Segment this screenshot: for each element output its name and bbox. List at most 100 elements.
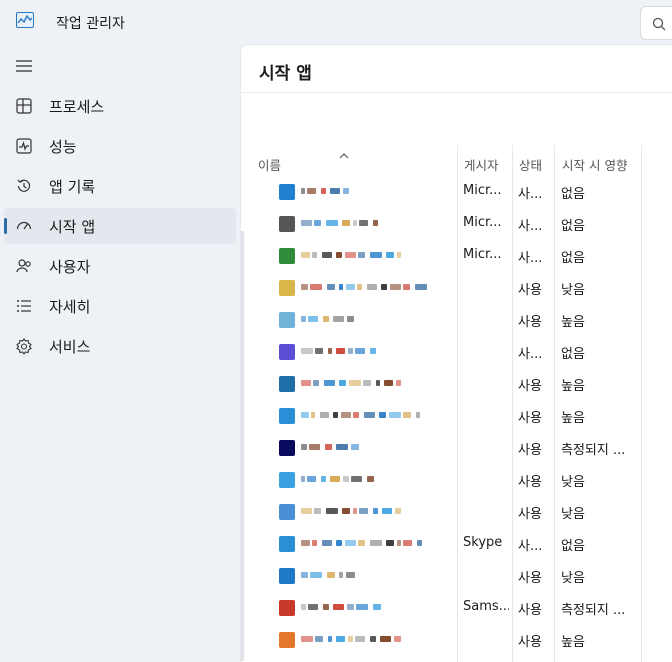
column-header-status[interactable]: 상태 — [519, 155, 542, 174]
app-icon — [279, 536, 295, 552]
startup-impact-cell: 낮음 — [561, 475, 585, 490]
app-icon — [279, 312, 295, 328]
app-name-redacted — [301, 185, 451, 199]
sidebar-item-performance[interactable]: 성능 — [4, 128, 236, 164]
search-box[interactable] — [640, 6, 672, 40]
publisher-cell: Sams... — [463, 599, 509, 614]
startup-apps-panel: 시작 앱 이름 게시자 상태 시작 시 영향 Micr... 사... 없음 Micr… — [240, 44, 672, 662]
status-cell: 사... — [518, 187, 543, 202]
status-cell: 사용 — [518, 411, 542, 426]
startup-impact-cell: 높음 — [561, 411, 585, 426]
startup-impact-cell: 높음 — [561, 315, 585, 330]
table-row[interactable]: 사용 높음 — [241, 304, 672, 336]
app-icon — [279, 248, 295, 264]
table-row[interactable]: Skype 사... 없음 — [241, 528, 672, 560]
startup-impact-cell: 높음 — [561, 635, 585, 650]
app-title: 작업 관리자 — [56, 16, 125, 32]
menu-toggle-button[interactable] — [10, 54, 40, 80]
sidebar-item-app-history[interactable]: 앱 기록 — [4, 168, 236, 204]
task-manager-icon — [16, 12, 34, 28]
title-bar: 작업 관리자 — [0, 0, 672, 44]
app-icon — [279, 632, 295, 648]
sidebar-item-users[interactable]: 사용자 — [4, 248, 236, 284]
status-cell: 사용 — [518, 475, 542, 490]
page-title: 시작 앱 — [259, 64, 312, 84]
startup-impact-cell: 없음 — [561, 187, 585, 202]
column-header-name[interactable]: 이름 — [258, 155, 281, 174]
status-cell: 사... — [518, 251, 543, 266]
sidebar-item-details[interactable]: 자세히 — [4, 288, 236, 324]
app-name-redacted — [301, 345, 451, 359]
app-icon — [279, 504, 295, 520]
status-cell: 사용 — [518, 635, 542, 650]
sidebar-item-startup-apps[interactable]: 시작 앱 — [4, 208, 236, 244]
app-name-redacted — [301, 249, 451, 263]
app-icon — [279, 184, 295, 200]
table-row[interactable]: 사용 높음 — [241, 400, 672, 432]
app-icon — [279, 472, 295, 488]
status-cell: 사용 — [518, 571, 542, 586]
startup-impact-cell: 낮음 — [561, 507, 585, 522]
table-row[interactable]: Micr... 사... 없음 — [241, 176, 672, 208]
sidebar-item-processes[interactable]: 프로세스 — [4, 88, 236, 124]
app-history-icon — [15, 177, 33, 195]
status-cell: 사용 — [518, 283, 542, 298]
status-cell: 사용 — [518, 315, 542, 330]
startup-impact-cell: 낮음 — [561, 571, 585, 586]
table-row[interactable]: 사... 없음 — [241, 336, 672, 368]
table-row[interactable]: 사용 높음 — [241, 368, 672, 400]
app-icon — [279, 440, 295, 456]
app-icon — [279, 216, 295, 232]
services-icon — [15, 337, 33, 355]
app-name-redacted — [301, 377, 451, 391]
sidebar-item-label: 프로세스 — [49, 98, 105, 116]
details-icon — [15, 297, 33, 315]
column-header-publisher[interactable]: 게시자 — [464, 155, 499, 174]
status-cell: 사용 — [518, 507, 542, 522]
app-name-redacted — [301, 505, 451, 519]
column-header-startup-impact[interactable]: 시작 시 영향 — [562, 155, 627, 174]
startup-impact-cell: 낮음 — [561, 283, 585, 298]
app-name-redacted — [301, 601, 451, 615]
app-icon — [279, 280, 295, 296]
table-row[interactable]: 사용 높음 — [241, 624, 672, 656]
publisher-cell: Micr... — [463, 215, 502, 230]
table-row[interactable]: 사용 낮음 — [241, 464, 672, 496]
app-name-redacted — [301, 409, 451, 423]
processes-icon — [15, 97, 33, 115]
app-name-redacted — [301, 441, 451, 455]
table-row[interactable]: 사용 낮음 — [241, 272, 672, 304]
app-name-redacted — [301, 313, 451, 327]
table-row[interactable]: Sams... 사용 측정되지 ... — [241, 592, 672, 624]
hamburger-icon — [16, 60, 32, 72]
sidebar-item-label: 시작 앱 — [49, 218, 96, 236]
app-icon — [279, 344, 295, 360]
sidebar-item-label: 앱 기록 — [49, 178, 96, 196]
app-name-redacted — [301, 281, 451, 295]
publisher-cell: Micr... — [463, 247, 502, 262]
publisher-cell: Micr... — [463, 183, 502, 198]
publisher-cell: Skype — [463, 535, 503, 550]
app-icon — [279, 600, 295, 616]
app-name-redacted — [301, 217, 451, 231]
sidebar-item-label: 사용자 — [49, 258, 91, 276]
startup-impact-cell: 측정되지 ... — [561, 443, 626, 458]
table-row[interactable]: 사용 낮음 — [241, 560, 672, 592]
table-row[interactable]: 사용 측정되지 ... — [241, 432, 672, 464]
status-cell: 사용 — [518, 603, 542, 618]
startup-impact-cell: 없음 — [561, 347, 585, 362]
startup-apps-icon — [15, 217, 33, 235]
status-cell: 사용 — [518, 379, 542, 394]
table-row[interactable]: Micr... 사... 없음 — [241, 240, 672, 272]
startup-impact-cell: 높음 — [561, 379, 585, 394]
sidebar-item-label: 서비스 — [49, 338, 91, 356]
app-name-redacted — [301, 569, 451, 583]
sidebar-item-services[interactable]: 서비스 — [4, 328, 236, 364]
table-row[interactable]: Micr... 사... 없음 — [241, 208, 672, 240]
task-manager-window: 작업 관리자 프로세스 성능 앱 기록 시작 앱 사용자 자세히 서비스 시작 … — [0, 0, 672, 662]
status-cell: 사용 — [518, 443, 542, 458]
app-name-redacted — [301, 473, 451, 487]
performance-icon — [15, 137, 33, 155]
table-row[interactable]: 사용 낮음 — [241, 496, 672, 528]
status-cell: 사... — [518, 219, 543, 234]
